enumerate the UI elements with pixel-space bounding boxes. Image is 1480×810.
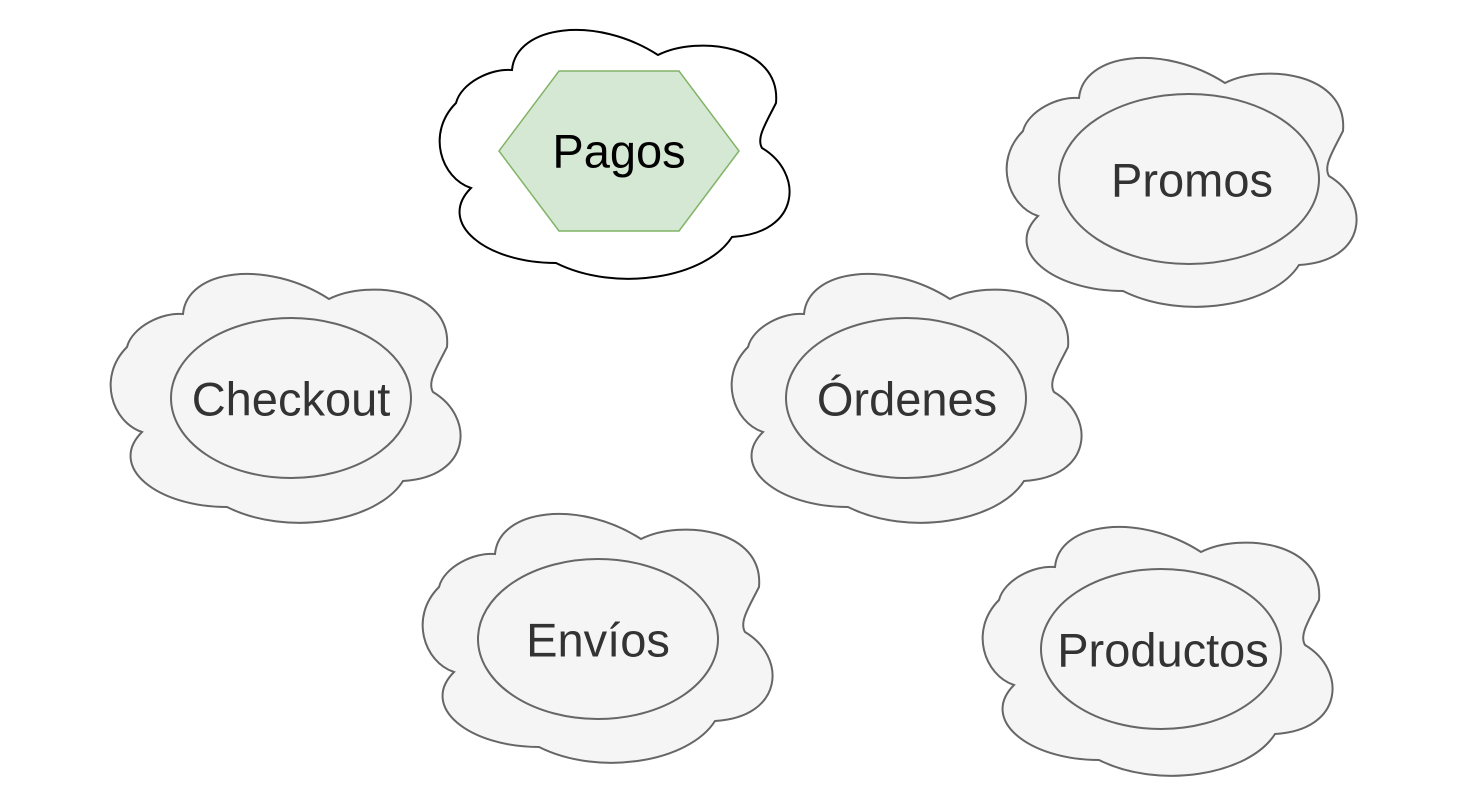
node-label: Órdenes [817,373,997,426]
node-label: Checkout [192,373,391,426]
node-label: Promos [1111,154,1273,207]
node-label: Envíos [526,614,670,667]
node-productos[interactable]: Productos [981,526,1334,777]
node-label: Pagos [552,125,685,178]
node-checkout[interactable]: Checkout [109,273,462,524]
node-ordenes[interactable]: Órdenes [730,273,1083,524]
node-promos[interactable]: Promos [1005,57,1358,308]
node-envios[interactable]: Envíos [421,513,774,764]
node-label: Productos [1057,624,1269,677]
cloud-diagram: Pagos Promos Checkout Órdenes Envíos Pro… [109,29,1358,777]
node-pagos[interactable]: Pagos [438,29,791,280]
